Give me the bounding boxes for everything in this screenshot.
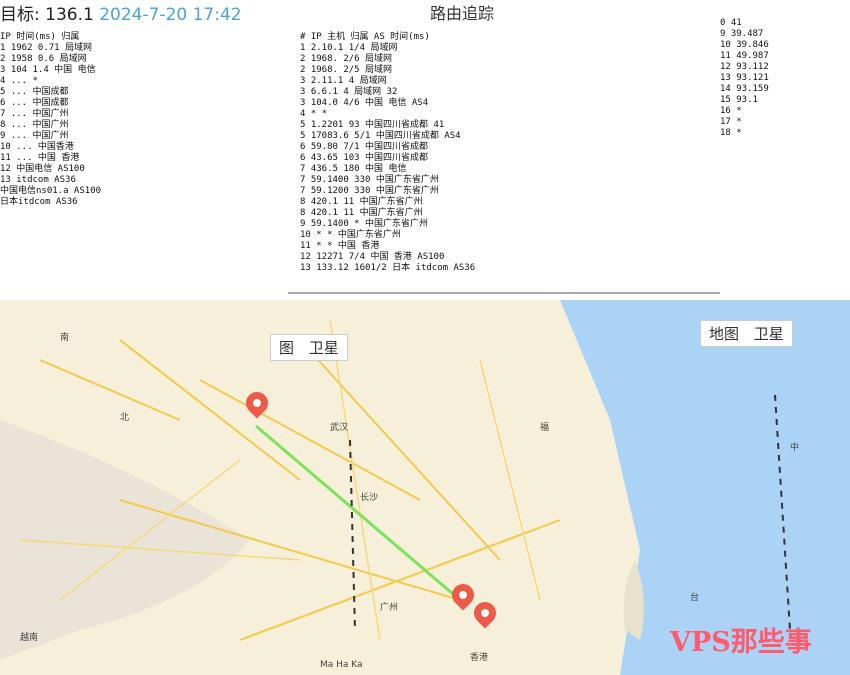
table-row: 7 59.1400 330 中国广东省广州	[300, 175, 439, 185]
list-item: 6 ... 中国成都	[0, 98, 69, 108]
map-type-toggle[interactable]: 地图 卫星	[700, 320, 793, 347]
list-item: 4 ... *	[0, 76, 38, 86]
map-type-label: 地图	[709, 325, 740, 343]
table-row: 2 1968. 2/6 局域网	[300, 54, 393, 64]
table-row: 12 12271 7/4 中国 香港 AS100	[300, 252, 445, 262]
table-row: 4 * *	[300, 109, 328, 119]
route-map[interactable]: 图 卫星 地图 卫星 南北武汉长沙广州 福台香港 中越南 Ma Ha Ka VPS那些…	[0, 300, 850, 675]
watermark: VPS那些事	[670, 627, 812, 658]
table-row: 3 104.0 4/6 中国 电信 AS4	[300, 98, 429, 108]
map-background	[0, 300, 850, 675]
map-place-label: 南	[60, 333, 70, 343]
map-place-label: 台	[690, 593, 700, 603]
list-item: 17 *	[720, 117, 742, 127]
hop-table: # IP 主机 归属 AS 时间(ms) 1 2.10.1 1/4 局域网 2 …	[300, 32, 710, 274]
satellite-type-label: 卫星	[753, 325, 784, 343]
hop-title: 路由追踪	[430, 4, 495, 23]
list-item: 9 ... 中国广州	[0, 131, 69, 141]
list-item: 12 93.112	[720, 62, 769, 72]
list-item: 11 49.987	[720, 51, 769, 61]
list-item: 13 itdcom AS36	[0, 175, 76, 185]
table-row: 10 * * 中国广东省广州	[300, 230, 401, 240]
table-row: 8 420.1 11 中国广东省广州	[300, 197, 423, 207]
table-row: 3 6.6.1 4 局域网 32	[300, 87, 398, 97]
list-item: 14 93.159	[720, 84, 769, 94]
map-place-label: 北	[120, 413, 130, 423]
map-place-label: 香港	[470, 653, 489, 663]
table-row: 8 420.1 11 中国广东省广州	[300, 208, 423, 218]
table-row: 7 436.5 180 中国 电信	[300, 164, 407, 174]
map-view-label: 图	[279, 339, 295, 357]
list-item: 1 1962 0.71 局域网	[0, 43, 93, 53]
table-row: 9 59.1400 * 中国广东省广州	[300, 219, 429, 229]
list-item: 日本itdcom AS36	[0, 197, 78, 207]
table-row: 5 1.2201 93 中国四川省成都 41	[300, 120, 445, 130]
list-item: 10 39.846	[720, 40, 769, 50]
list-item: 16 *	[720, 106, 742, 116]
list-item: 15 93.1	[720, 95, 758, 105]
list-item: 18 *	[720, 128, 742, 138]
list-item: IP 时间(ms) 归属	[0, 32, 80, 42]
list-item: 中国电信ns01.a AS100	[0, 186, 102, 196]
list-item: 10 ... 中国香港	[0, 142, 74, 152]
list-item: 0 41	[720, 18, 742, 28]
table-row: 6 43.65 103 中国四川省成都	[300, 153, 429, 163]
table-row: 3 2.11.1 4 局域网	[300, 76, 387, 86]
map-place-label: 广州	[380, 603, 399, 613]
target-label: 目标: 136.1	[0, 5, 94, 25]
table-row: 1 2.10.1 1/4 局域网	[300, 43, 398, 53]
left-table: IP 时间(ms) 归属 1 1962 0.71 局域网 2 1958 0.6 局域…	[0, 32, 285, 208]
traceroute-panel: 目标: 136.1 2024-7-20 17:42 路由追踪 IP 时间(ms)…	[0, 0, 850, 318]
map-place-label: 武汉	[330, 423, 349, 433]
list-item: 7 ... 中国广州	[0, 109, 69, 119]
map-place-label: Ma Ha Ka	[320, 660, 363, 670]
list-item: 3 104 1.4 中国 电信	[0, 65, 96, 75]
table-row: 11 * * 中国 香港	[300, 241, 380, 251]
table-row: 13 133.12 1601/2 日本 itdcom AS36	[300, 263, 476, 273]
list-item: 12 中国电信 AS100	[0, 164, 85, 174]
map-place-label: 福	[540, 423, 550, 433]
satellite-view-label: 卫星	[308, 339, 339, 357]
map-place-label: 中	[790, 443, 800, 453]
map-view-button[interactable]: 图 卫星	[270, 334, 348, 361]
map-place-label: 长沙	[360, 493, 379, 503]
table-row: 2 1968. 2/5 局域网	[300, 65, 393, 75]
table-row: 7 59.1200 330 中国广东省广州	[300, 186, 439, 196]
right-table: 0 41 9 39.487 10 39.846 11 49.987 12 93.112 1…	[720, 18, 850, 288]
table-header: # IP 主机 归属 AS 时间(ms)	[300, 32, 430, 42]
list-item: 5 ... 中国成都	[0, 87, 69, 97]
list-item: 2 1958 0.6 局域网	[0, 54, 87, 64]
table-row: 6 59.80 7/1 中国四川省成都	[300, 142, 429, 152]
list-item: 9 39.487	[720, 29, 764, 39]
list-item: 11 ... 中国 香港	[0, 153, 80, 163]
list-item: 8 ... 中国广州	[0, 120, 69, 130]
list-item: 13 93.121	[720, 73, 769, 83]
timestamp: 2024-7-20 17:42	[99, 5, 242, 25]
map-place-label: 越南	[20, 633, 39, 643]
page-title: 目标: 136.1 2024-7-20 17:42	[0, 0, 242, 25]
divider	[288, 292, 720, 294]
table-row: 5 17083.6 5/1 中国四川省成都 AS4	[300, 131, 461, 141]
